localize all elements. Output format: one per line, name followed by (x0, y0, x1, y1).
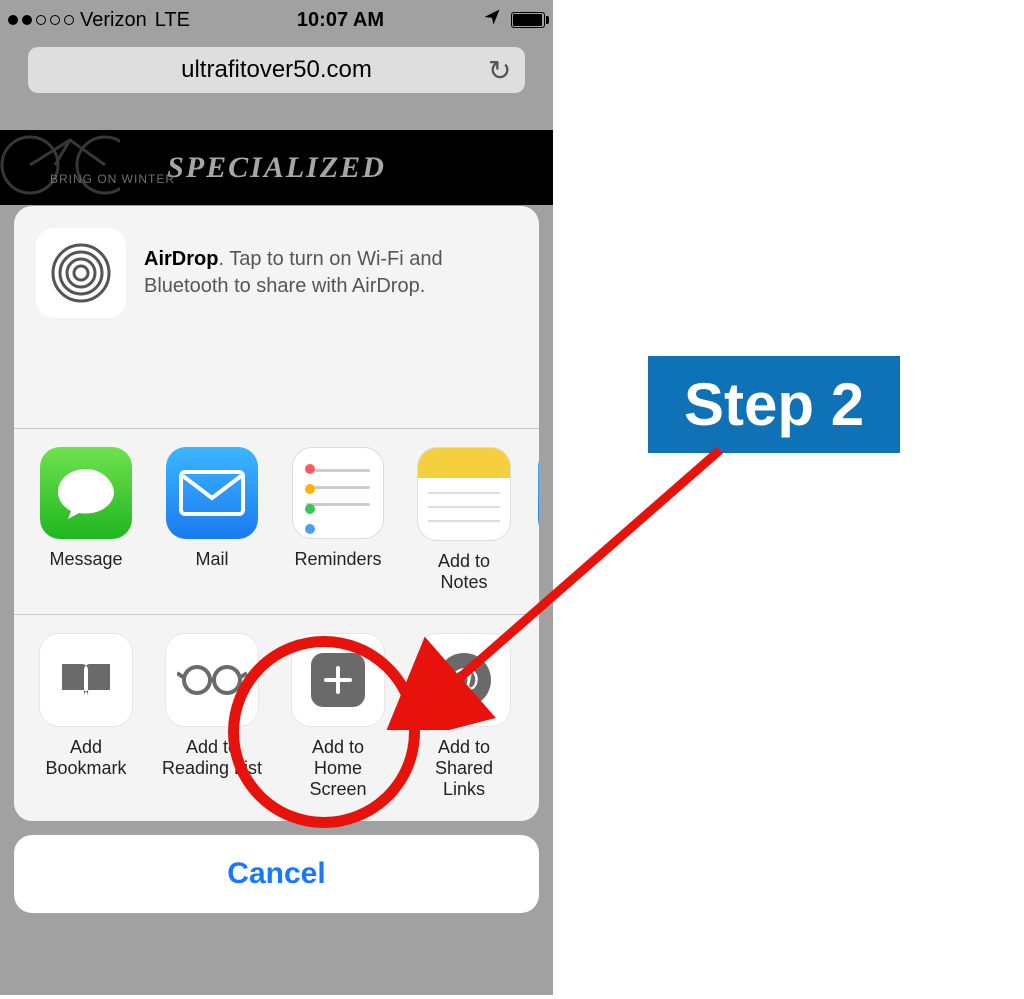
shared-links-icon: @ (417, 633, 511, 727)
share-actions-row[interactable]: Add Bookmark Add to Reading List Add to … (14, 615, 539, 821)
share-app-notes[interactable]: Add to Notes (412, 447, 516, 592)
share-app-mail[interactable]: Mail (160, 447, 264, 592)
location-icon (483, 8, 501, 32)
share-sheet: AirDrop. Tap to turn on Wi-Fi and Blueto… (14, 206, 539, 977)
app-label: Message (49, 549, 122, 570)
address-bar-container: ultrafitover50.com ↻ (0, 40, 553, 100)
signal-dots-icon (8, 15, 74, 25)
action-label: Add Bookmark (45, 737, 126, 778)
status-bar: Verizon LTE 10:07 AM (0, 0, 553, 40)
reload-icon[interactable]: ↻ (488, 54, 511, 87)
airdrop-text: AirDrop. Tap to turn on Wi-Fi and Blueto… (144, 246, 464, 300)
app-label: Add to Notes (412, 551, 516, 592)
share-app-peek[interactable] (538, 447, 539, 592)
action-add-bookmark[interactable]: Add Bookmark (34, 633, 138, 799)
carrier-label: Verizon (80, 9, 147, 32)
plus-icon (311, 653, 365, 707)
url-text: ultrafitover50.com (181, 56, 372, 84)
action-label: Add to Reading List (162, 737, 262, 778)
airdrop-section[interactable]: AirDrop. Tap to turn on Wi-Fi and Blueto… (14, 206, 539, 428)
notes-icon (417, 447, 511, 541)
reading-list-icon (165, 633, 259, 727)
network-label: LTE (155, 9, 190, 32)
address-bar[interactable]: ultrafitover50.com ↻ (28, 47, 526, 93)
app-label: Reminders (294, 549, 381, 570)
action-label: Add to Shared Links (412, 737, 516, 799)
bookmark-icon (39, 633, 133, 727)
cancel-button[interactable]: Cancel (14, 835, 539, 913)
battery-icon (511, 12, 545, 28)
annotation-callout: Step 2 (648, 356, 900, 453)
at-icon: @ (437, 653, 491, 707)
home-screen-icon (291, 633, 385, 727)
share-apps-row[interactable]: Message Mail Reminders (14, 429, 539, 614)
mail-icon (166, 447, 258, 539)
action-add-shared-links[interactable]: @ Add to Shared Links (412, 633, 516, 799)
action-add-home-screen[interactable]: Add to Home Screen (286, 633, 390, 799)
share-app-message[interactable]: Message (34, 447, 138, 592)
reminders-icon (292, 447, 384, 539)
airdrop-icon (36, 228, 126, 318)
annotation-label: Step 2 (684, 371, 864, 438)
clock-label: 10:07 AM (198, 9, 483, 32)
airdrop-title: AirDrop (144, 248, 218, 270)
message-icon (40, 447, 132, 539)
action-add-reading-list[interactable]: Add to Reading List (160, 633, 264, 799)
share-app-reminders[interactable]: Reminders (286, 447, 390, 592)
app-label: Mail (195, 549, 228, 570)
phone-frame: Verizon LTE 10:07 AM ultrafitover50.com … (0, 0, 553, 995)
cancel-label: Cancel (227, 857, 325, 891)
next-app-peek-icon (538, 447, 539, 539)
action-label: Add to Home Screen (286, 737, 390, 799)
